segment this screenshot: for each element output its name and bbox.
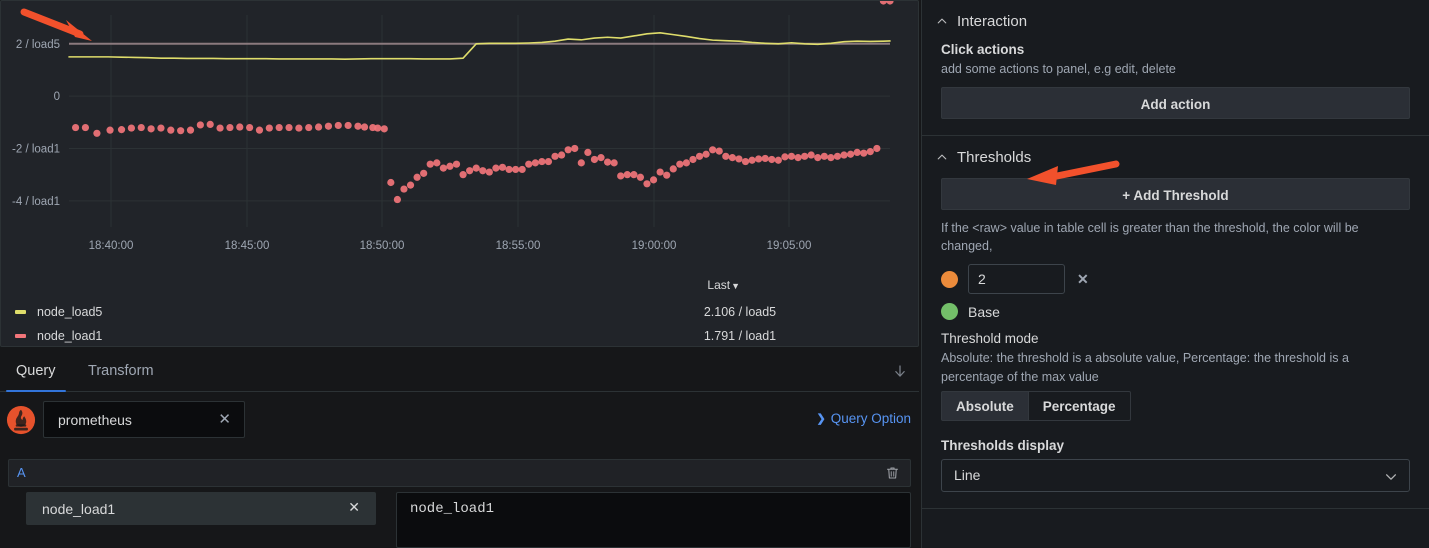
- prometheus-icon: [6, 405, 36, 435]
- threshold-step: ✕: [941, 264, 1410, 295]
- section-interaction: Interaction Click actions add some actio…: [922, 0, 1429, 137]
- threshold-mode-absolute[interactable]: Absolute: [941, 390, 1029, 421]
- tab-transform[interactable]: Transform: [78, 353, 164, 391]
- panel-options-pane: Interaction Click actions add some actio…: [921, 0, 1429, 548]
- close-icon[interactable]: ✕: [218, 411, 231, 429]
- chevron-down-icon: [1385, 473, 1397, 480]
- threshold-mode-radio-group: Absolute Percentage: [941, 390, 1410, 421]
- chevron-right-icon: ❯: [816, 413, 826, 425]
- expression-value: node_load1: [410, 501, 495, 517]
- section-interaction-header[interactable]: Interaction: [922, 0, 1429, 42]
- trash-icon[interactable]: [885, 465, 900, 481]
- threshold-color-dot[interactable]: [941, 303, 958, 321]
- visualization-panel: 2 / load5 0 -2 / load1 -4 / load1 18:40:00 18…: [0, 0, 919, 347]
- threshold-value-input[interactable]: [968, 264, 1065, 295]
- section-thresholds: Thresholds + Add Threshold If the <raw> …: [922, 136, 1429, 509]
- threshold-step-base: Base: [941, 303, 1410, 321]
- close-icon[interactable]: ✕: [348, 499, 360, 516]
- chevron-up-icon: [937, 18, 947, 24]
- svg-text:18:50:00: 18:50:00: [360, 240, 405, 252]
- threshold-base-label: Base: [968, 303, 1000, 320]
- close-icon[interactable]: ✕: [1077, 271, 1089, 288]
- threshold-mode-percentage[interactable]: Percentage: [1028, 390, 1131, 421]
- thresholds-description: If the <raw> value in table cell is grea…: [941, 221, 1359, 254]
- datasource-picker[interactable]: prometheus ✕: [43, 401, 245, 438]
- svg-text:18:40:00: 18:40:00: [89, 240, 134, 252]
- thresholds-display-value: Line: [954, 467, 981, 484]
- panel-legend: Last▼ node_load5 2.106 / load5 node_load…: [1, 271, 918, 347]
- datasource-value: prometheus: [58, 411, 132, 428]
- legend-color-swatch: [15, 334, 26, 338]
- legend-color-swatch: [15, 310, 26, 314]
- svg-text:19:00:00: 19:00:00: [632, 240, 677, 252]
- threshold-color-dot[interactable]: [941, 270, 958, 288]
- query-transform-tabs: Query Transform: [0, 353, 919, 392]
- legend-stat-label: Last: [707, 278, 731, 292]
- section-interaction-body: Click actions add some actions to panel,…: [922, 42, 1429, 135]
- click-actions-label: Click actions: [941, 42, 1025, 57]
- thresholds-display-label: Thresholds display: [941, 437, 1065, 453]
- svg-text:0: 0: [54, 91, 60, 103]
- legend-series-value: 2.106 / load5: [703, 305, 777, 319]
- threshold-mode-label: Threshold mode: [941, 331, 1039, 347]
- legend-series-value: 1.791 / load1: [703, 329, 777, 343]
- svg-text:18:45:00: 18:45:00: [225, 240, 270, 252]
- svg-text:-2 / load1: -2 / load1: [12, 143, 60, 155]
- arrow-down-icon[interactable]: [891, 363, 909, 381]
- add-action-button[interactable]: Add action: [941, 87, 1410, 120]
- section-title: Thresholds: [957, 148, 1032, 166]
- svg-text:18:55:00: 18:55:00: [496, 240, 541, 252]
- metric-select[interactable]: node_load1 ✕: [26, 492, 376, 525]
- query-row-header[interactable]: A: [8, 459, 911, 487]
- legend-row[interactable]: node_load1 1.791 / load1: [1, 324, 918, 348]
- section-title: Interaction: [957, 12, 1028, 30]
- svg-text:19:05:00: 19:05:00: [767, 240, 812, 252]
- query-options-label: Query Option: [830, 411, 911, 426]
- tab-query[interactable]: Query: [6, 353, 66, 392]
- legend-stat-header[interactable]: Last▼: [707, 278, 740, 292]
- click-actions-description: add some actions to panel, e.g edit, del…: [941, 62, 1176, 76]
- chevron-down-icon: ▼: [731, 281, 740, 291]
- svg-text:-4 / load1: -4 / load1: [12, 196, 60, 208]
- threshold-mode-description: Absolute: the threshold is a absolute va…: [941, 351, 1349, 384]
- add-threshold-button[interactable]: + Add Threshold: [941, 178, 1410, 211]
- metric-value: node_load1: [42, 500, 116, 517]
- query-options-toggle[interactable]: ❯ Query Option: [816, 411, 911, 426]
- legend-series-name: node_load5: [37, 305, 103, 319]
- thresholds-display-select[interactable]: Line: [941, 458, 1410, 492]
- query-refid: A: [17, 465, 26, 480]
- time-series-graph[interactable]: 2 / load5 0 -2 / load1 -4 / load1 18:40:00 18…: [1, 1, 918, 269]
- legend-series-name: node_load1: [37, 329, 103, 343]
- chart-svg: 2 / load5 0 -2 / load1 -4 / load1 18:40:00 18…: [12, 1, 894, 252]
- query-editor-fields: node_load1 ✕ node_load1: [8, 492, 911, 548]
- legend-row[interactable]: node_load5 2.106 / load5: [1, 300, 918, 324]
- chevron-up-icon: [937, 154, 947, 160]
- svg-text:2 / load5: 2 / load5: [16, 39, 60, 51]
- expression-input[interactable]: node_load1: [396, 492, 911, 548]
- datasource-row: prometheus ✕ ❯ Query Option: [0, 398, 919, 450]
- section-thresholds-body: + Add Threshold If the <raw> value in ta…: [922, 178, 1429, 508]
- panel-edit-left-pane: 2 / load5 0 -2 / load1 -4 / load1 18:40:00 18…: [0, 0, 919, 548]
- section-thresholds-header[interactable]: Thresholds: [922, 136, 1429, 178]
